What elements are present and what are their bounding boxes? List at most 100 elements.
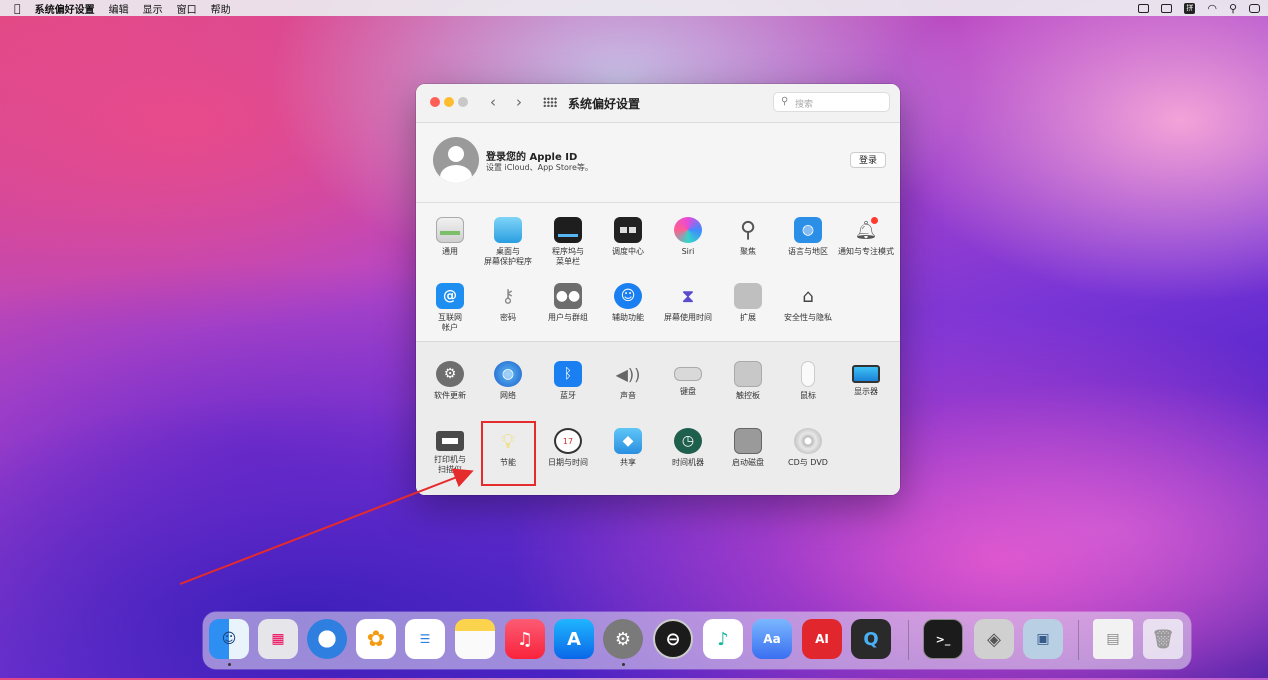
accessibility-icon: ☺ <box>614 283 642 309</box>
safari-icon[interactable] <box>307 619 347 659</box>
ai-music-icon[interactable]: AI <box>802 619 842 659</box>
pref-general[interactable]: 通用 <box>421 217 479 257</box>
pref-label: 程序坞与 菜单栏 <box>552 247 584 266</box>
translate-icon[interactable]: Aa <box>752 619 792 659</box>
search-field[interactable]: ⚲ 搜索 <box>773 92 890 112</box>
pref-network[interactable]: ◍ 网络 <box>479 361 537 401</box>
pref-label: 声音 <box>620 391 636 400</box>
app-store-icon[interactable]: A <box>554 619 594 659</box>
launchpad-icon[interactable]: ▦ <box>258 619 298 659</box>
zoom-button[interactable] <box>458 97 468 107</box>
pref-cd-dvd[interactable]: CD与 DVD <box>779 428 837 468</box>
extensions-icon <box>734 283 762 309</box>
menu-edit[interactable]: 编辑 <box>109 1 129 16</box>
apple-id-title: 登录您的 Apple ID <box>486 152 578 163</box>
notes-icon[interactable] <box>455 619 495 659</box>
pref-label: 聚焦 <box>740 247 756 256</box>
document-icon[interactable]: ▤ <box>1093 619 1133 659</box>
title-bar: ‹ › 系统偏好设置 ⚲ 搜索 <box>416 84 900 123</box>
pref-label: Siri <box>681 247 695 256</box>
pref-screen-time[interactable]: ⧗ 屏幕使用时间 <box>659 283 717 323</box>
pref-dock[interactable]: 程序坞与 菜单栏 <box>539 217 597 267</box>
close-button[interactable] <box>430 97 440 107</box>
pref-passwords[interactable]: ⚷ 密码 <box>479 283 537 323</box>
pref-trackpad[interactable]: 触控板 <box>719 361 777 401</box>
pref-extensions[interactable]: 扩展 <box>719 283 777 323</box>
back-button[interactable]: ‹ <box>490 93 496 111</box>
system-preferences-icon[interactable]: ⚙ <box>603 619 643 659</box>
pref-label: 通知与专注模式 <box>838 247 894 256</box>
running-indicator <box>228 663 231 666</box>
bluetooth-icon: ᛒ <box>554 361 582 387</box>
trackpad-icon <box>734 361 762 387</box>
pref-label: 屏幕使用时间 <box>664 313 712 322</box>
notifications-icon: 🔔︎ <box>852 217 880 243</box>
drive-icon[interactable] <box>1138 3 1150 13</box>
pref-language[interactable]: ◍ 语言与地区 <box>779 217 837 257</box>
pref-sharing[interactable]: ◆ 共享 <box>599 428 657 468</box>
pref-startup-disk[interactable]: 启动磁盘 <box>719 428 777 468</box>
finder-icon[interactable]: ☺ <box>209 619 249 659</box>
network-icon: ◍ <box>494 361 522 387</box>
disk-utility-icon[interactable]: ⊖ <box>653 619 693 659</box>
photos-icon[interactable]: ✿ <box>356 619 396 659</box>
menu-help[interactable]: 帮助 <box>211 1 231 16</box>
startup-disk-icon <box>734 428 762 454</box>
pref-label: 语言与地区 <box>788 247 828 256</box>
boot-camp-icon[interactable]: ◈ <box>974 619 1014 659</box>
key-icon: ⚷ <box>501 285 515 307</box>
pref-label: 日期与时间 <box>548 458 588 467</box>
music-icon[interactable]: ♫ <box>505 619 545 659</box>
pref-label: 密码 <box>500 313 516 322</box>
trash-icon[interactable]: 🗑︎ <box>1143 619 1183 659</box>
minimize-button[interactable] <box>444 97 454 107</box>
pref-label: 软件更新 <box>434 391 466 400</box>
desktop-icon <box>494 217 522 243</box>
control-center-icon[interactable] <box>1249 3 1260 13</box>
reminders-icon[interactable]: ☰ <box>405 619 445 659</box>
pref-date-time[interactable]: 17 日期与时间 <box>539 428 597 468</box>
pref-mouse[interactable]: 鼠标 <box>779 361 837 401</box>
pref-label: 桌面与 屏幕保护程序 <box>484 247 532 266</box>
apple-menu-icon[interactable]:  <box>14 2 21 15</box>
dock-separator <box>1078 620 1079 660</box>
terminal-icon[interactable]: >_ <box>923 619 963 659</box>
input-method-icon[interactable]: 拼 <box>1184 2 1196 14</box>
pref-spotlight[interactable]: ⚲ 聚焦 <box>719 217 777 257</box>
preview-icon[interactable]: ▣ <box>1023 619 1063 659</box>
pref-siri[interactable]: Siri <box>659 217 717 257</box>
pref-time-machine[interactable]: ◷ 时间机器 <box>659 428 717 468</box>
pref-keyboard[interactable]: 键盘 <box>659 361 717 397</box>
forward-button[interactable]: › <box>516 93 522 111</box>
menu-view[interactable]: 显示 <box>143 1 163 16</box>
menu-window[interactable]: 窗口 <box>177 1 197 16</box>
pref-accessibility[interactable]: ☺ 辅助功能 <box>599 283 657 323</box>
wifi-icon[interactable]: ◠ <box>1207 3 1217 14</box>
pref-notifications[interactable]: 🔔︎ 通知与专注模式 <box>837 217 895 257</box>
pref-displays[interactable]: 显示器 <box>837 361 895 397</box>
apple-id-section: 登录您的 Apple ID 设置 iCloud、App Store等。 <box>416 122 900 203</box>
music-ai-icon[interactable]: ♪ <box>703 619 743 659</box>
pref-label: 打印机与 扫描仪 <box>434 455 466 474</box>
avatar[interactable] <box>433 137 479 183</box>
pref-label: 键盘 <box>680 387 696 396</box>
pref-label: 安全性与隐私 <box>784 313 832 322</box>
dock-separator <box>908 620 909 660</box>
search-icon[interactable]: ⚲ <box>1229 3 1237 14</box>
pref-printers[interactable]: 打印机与 扫描仪 <box>421 428 479 475</box>
pref-label: 共享 <box>620 458 636 467</box>
pref-software-update[interactable]: ⚙ 软件更新 <box>421 361 479 401</box>
quicktime-icon[interactable]: Q <box>851 619 891 659</box>
pref-security[interactable]: ⌂ 安全性与隐私 <box>779 283 837 323</box>
pref-internet-accounts[interactable]: @ 互联网 帐户 <box>421 283 479 333</box>
menu-app-name[interactable]: 系统偏好设置 <box>35 1 95 16</box>
show-all-icon[interactable] <box>543 97 557 107</box>
login-button[interactable]: 登录 <box>850 152 886 168</box>
pref-mission-control[interactable]: 调度中心 <box>599 217 657 257</box>
window-icon[interactable] <box>1161 3 1173 13</box>
pref-desktop[interactable]: 桌面与 屏幕保护程序 <box>479 217 537 267</box>
pref-sound[interactable]: ◀)) 声音 <box>599 361 657 401</box>
pref-users[interactable]: ●● 用户与群组 <box>539 283 597 323</box>
pref-bluetooth[interactable]: ᛒ 蓝牙 <box>539 361 597 401</box>
pref-label: 显示器 <box>854 387 878 396</box>
